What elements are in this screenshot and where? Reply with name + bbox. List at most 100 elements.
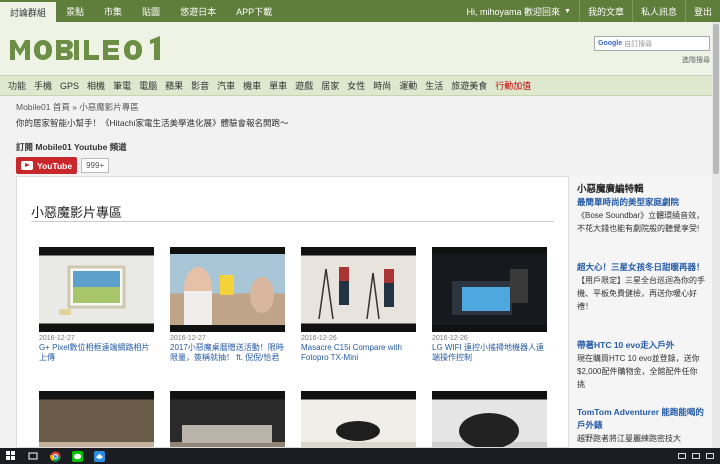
- bird-app-icon[interactable]: [88, 448, 110, 464]
- sidebar-headline[interactable]: 最簡單時尚的美型家庭劇院: [577, 196, 705, 209]
- video-date: 2016-12-26: [432, 335, 468, 342]
- user-menu[interactable]: Hi, mihoyama 歡迎回來 ▼: [458, 0, 578, 22]
- my-articles-link[interactable]: 我的文章: [578, 0, 632, 22]
- cat-av[interactable]: 影音: [187, 79, 213, 92]
- cat-life[interactable]: 生活: [421, 79, 447, 92]
- video-card[interactable]: [39, 391, 154, 447]
- video-card[interactable]: [301, 391, 416, 447]
- sidebar-headline[interactable]: 超大心！三星女孩冬日甜暖再器！: [577, 261, 705, 274]
- top-tab-forum[interactable]: 討論群組: [0, 0, 57, 22]
- top-tab-photos[interactable]: 貼圖: [132, 0, 170, 22]
- video-thumbnail[interactable]: [301, 247, 416, 332]
- top-tab-app[interactable]: APP下載: [226, 0, 282, 22]
- photo-frame-image: [59, 265, 126, 315]
- logout-link[interactable]: 登出: [684, 0, 720, 22]
- video-date: 2016-12-27: [170, 335, 206, 342]
- advanced-search-link[interactable]: 進階搜尋: [682, 55, 710, 65]
- video-card[interactable]: 2016-12-26 LG WIFI 遠控小搖掃地機器人遠端操作控制: [432, 247, 547, 363]
- sidebar-item[interactable]: 最簡單時尚的美型家庭劇院 《Bose Soundbar》立體環繞音效，不花大錢也…: [577, 196, 705, 235]
- cat-pc[interactable]: 電腦: [135, 79, 161, 92]
- mobile01-logo[interactable]: [8, 34, 173, 64]
- section-divider: [31, 221, 554, 222]
- cat-fashion[interactable]: 時尚: [369, 79, 395, 92]
- cat-laptop[interactable]: 筆電: [109, 79, 135, 92]
- cat-mobile-value[interactable]: 行動加值: [491, 79, 535, 92]
- sidebar-headline[interactable]: TomTom Adventurer 能跑能喝的戶外錶: [577, 406, 705, 432]
- windows-start-icon[interactable]: [0, 448, 22, 464]
- top-tab-japan[interactable]: 悠遊日本: [170, 0, 226, 22]
- section-title: 小惡魔影片專區: [31, 205, 123, 220]
- chrome-icon[interactable]: [44, 448, 66, 464]
- sidebar-body: 【用戶限定】三星全台巡迴為你的手機、平板免費健檢，再送你暖心好禮！: [577, 276, 705, 311]
- video-thumbnail[interactable]: [170, 391, 285, 447]
- video-thumbnail[interactable]: [432, 391, 547, 447]
- chevron-up-icon[interactable]: [678, 453, 686, 459]
- category-nav: 功能 手機 GPS 相機 筆電 電腦 蘋果 影音 汽車 機車 單車 遊戲 居家 …: [0, 75, 720, 96]
- chevron-down-icon: ▼: [564, 7, 571, 15]
- sidebar-item[interactable]: 超大心！三星女孩冬日甜暖再器！ 【用戶限定】三星全台巡迴為你的手機、平板免費健檢…: [577, 261, 705, 313]
- video-card[interactable]: [432, 391, 547, 447]
- announcement-link[interactable]: 你的居家智能小幫手！《Hitachi家電生活美學進化展》體驗會報名開跑～: [16, 117, 289, 129]
- line-app-icon[interactable]: [66, 448, 88, 464]
- sponsored-sidebar: 小惡魔廣編特輯 最簡單時尚的美型家庭劇院 《Bose Soundbar》立體環繞…: [569, 176, 712, 448]
- video-caption[interactable]: G+ Pixel數位相框遠端網路相片上傳: [39, 343, 154, 363]
- system-tray: [678, 453, 720, 459]
- task-view-icon[interactable]: [22, 448, 44, 464]
- vacuum-image: [336, 421, 380, 441]
- cat-function[interactable]: 功能: [4, 79, 30, 92]
- cat-games[interactable]: 遊戲: [291, 79, 317, 92]
- sidebar-body: 現在購買HTC 10 evo並登錄，送你$2,000配件購物金，全館配件任你挑: [577, 354, 700, 389]
- video-caption[interactable]: Masacre C15i Compare with Fotopro TX-Min…: [301, 343, 416, 363]
- page-scrollbar[interactable]: [712, 22, 720, 448]
- video-date: 2016-12-26: [301, 335, 337, 342]
- cat-home[interactable]: 居家: [317, 79, 343, 92]
- video-thumbnail[interactable]: [39, 391, 154, 447]
- sidebar-item[interactable]: TomTom Adventurer 能跑能喝的戶外錶 越野跑者將江曼麗練跑密技大: [577, 406, 705, 445]
- subscriber-count: 999+: [81, 158, 110, 173]
- video-thumbnail[interactable]: [170, 247, 285, 332]
- subscribe-title: 訂閱 Mobile01 Youtube 頻道: [16, 142, 127, 152]
- user-greeting: Hi, mihoyama 歡迎回來: [466, 6, 561, 17]
- robot-vacuum-app-image: [452, 269, 528, 315]
- cat-car[interactable]: 汽車: [213, 79, 239, 92]
- cat-sports[interactable]: 運動: [395, 79, 421, 92]
- video-thumbnail[interactable]: [432, 247, 547, 332]
- network-icon[interactable]: [692, 453, 700, 459]
- video-caption[interactable]: 2017小惡魔桌曆贈送活動！限時限量，簽稱就抽！ ft. 倪倪/恰君: [170, 343, 285, 363]
- site-header: Google 自訂搜尋 進階搜尋: [0, 22, 720, 74]
- breadcrumb[interactable]: Mobile01 首頁 » 小惡魔影片專區: [16, 101, 139, 113]
- youtube-label: YouTube: [37, 160, 73, 171]
- video-thumbnail[interactable]: [301, 391, 416, 447]
- cat-apple[interactable]: 蘋果: [161, 79, 187, 92]
- volume-icon[interactable]: [706, 453, 714, 459]
- video-card[interactable]: 2016-12-26 Masacre C15i Compare with Fot…: [301, 247, 416, 363]
- video-card[interactable]: 2016-12-27 2017小惡魔桌曆贈送活動！限時限量，簽稱就抽！ ft. …: [170, 247, 285, 363]
- tripod-compare-image: [318, 267, 394, 320]
- video-card[interactable]: 2016-12-27 G+ Pixel數位相框遠端網路相片上傳: [39, 247, 154, 363]
- youtube-subscribe: YouTube 999+: [16, 157, 110, 174]
- youtube-subscribe-button[interactable]: YouTube: [16, 157, 78, 174]
- sidebar-body: 《Bose Soundbar》立體環繞音效，不花大錢也能有劇院般的聽覺享受!: [577, 211, 705, 233]
- private-messages-link[interactable]: 私人訊息: [631, 0, 685, 22]
- video-card[interactable]: [170, 391, 285, 447]
- cat-travel-food[interactable]: 旅遊美食: [447, 79, 491, 92]
- search-input[interactable]: Google 自訂搜尋: [594, 36, 710, 51]
- scrollbar-thumb[interactable]: [713, 24, 719, 174]
- cat-women[interactable]: 女性: [343, 79, 369, 92]
- sidebar-item[interactable]: 帶著HTC 10 evo走入戶外 現在購買HTC 10 evo並登錄，送你$2,…: [577, 339, 705, 391]
- youtube-play-icon: [21, 161, 33, 170]
- cat-gps[interactable]: GPS: [56, 81, 83, 91]
- top-tab-market[interactable]: 市集: [94, 0, 132, 22]
- top-tab-spots[interactable]: 景點: [56, 0, 94, 22]
- cat-camera[interactable]: 相機: [83, 79, 109, 92]
- cat-phone[interactable]: 手機: [30, 79, 56, 92]
- video-thumbnail[interactable]: [39, 247, 154, 332]
- sidebar-headline[interactable]: 帶著HTC 10 evo走入戶外: [577, 339, 705, 352]
- video-caption[interactable]: LG WIFI 遠控小搖掃地機器人遠端操作控制: [432, 343, 547, 363]
- cat-bicycle[interactable]: 單車: [265, 79, 291, 92]
- device-image: [182, 425, 272, 443]
- search-placeholder: 自訂搜尋: [624, 40, 653, 48]
- sidebar-title: 小惡魔廣編特輯: [577, 184, 644, 195]
- cat-motorcycle[interactable]: 機車: [239, 79, 265, 92]
